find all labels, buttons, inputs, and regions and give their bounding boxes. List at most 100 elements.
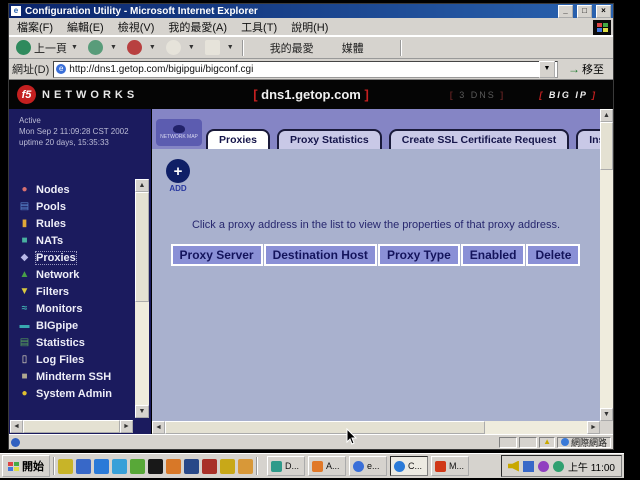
status-zone-pane: 網際網路 — [557, 437, 611, 448]
maximize-button[interactable]: □ — [577, 5, 592, 18]
sidebar-item[interactable]: Pools — [9, 198, 133, 215]
sidebar-item[interactable]: Rules — [9, 215, 133, 232]
ql-outlook-icon[interactable] — [112, 459, 127, 474]
pools-icon — [18, 201, 31, 212]
content-horizontal-scrollbar[interactable]: ◄ ► — [152, 421, 600, 434]
toolbar-button[interactable]: 媒體 — [319, 37, 369, 58]
taskbar-window-button[interactable]: D... — [267, 456, 305, 476]
volume-icon[interactable] — [508, 461, 519, 472]
sidebar-item[interactable]: BIGpipe — [9, 317, 133, 334]
ql-mail-icon[interactable] — [202, 459, 217, 474]
ql-globe-icon[interactable] — [184, 459, 199, 474]
tab[interactable]: Proxy Statistics — [277, 129, 382, 149]
sidebar-item[interactable]: Nodes — [9, 181, 133, 198]
sidebar-item[interactable]: Log Files — [9, 351, 133, 368]
toolbar-button[interactable]: ▼ — [200, 37, 239, 58]
ql-media-icon[interactable] — [130, 459, 145, 474]
scroll-down-icon[interactable]: ▼ — [135, 405, 149, 418]
taskbar-separator — [53, 457, 55, 475]
scroll-left-icon[interactable]: ◄ — [10, 420, 23, 433]
toolbar-button[interactable] — [461, 37, 489, 58]
ql-desktop-icon[interactable] — [76, 459, 91, 474]
address-input[interactable] — [69, 64, 536, 75]
add-button[interactable]: + — [166, 159, 190, 183]
ql-pencil-icon[interactable] — [166, 459, 181, 474]
toolbar-button[interactable]: 上一頁 ▼ — [11, 37, 83, 58]
taskbtn-red-icon — [435, 461, 446, 472]
scrollbar-thumb[interactable] — [600, 122, 613, 170]
toolbar-button-label: 我的最愛 — [270, 40, 314, 56]
scroll-down-icon[interactable]: ▼ — [600, 408, 613, 421]
toolbar-button[interactable] — [369, 37, 397, 58]
tab[interactable]: Proxies — [206, 129, 270, 149]
taskbar-window-button-label: A... — [326, 461, 340, 471]
content-vertical-scrollbar[interactable]: ▲ ▼ — [600, 109, 613, 421]
sidebar-item[interactable]: Network — [9, 266, 133, 283]
sidebar-item[interactable]: Mindterm SSH — [9, 368, 133, 385]
sidebar-nav: Nodes Pools Rules — [9, 181, 133, 402]
sidebar-horizontal-scrollbar[interactable]: ◄ ► — [10, 420, 133, 433]
ql-keys-icon[interactable] — [220, 459, 235, 474]
taskbar-window-button[interactable]: A... — [308, 456, 346, 476]
taskbar-window-button[interactable]: C... — [390, 456, 428, 476]
toolbar-button[interactable]: ▼ — [161, 37, 200, 58]
toolbar-button[interactable] — [405, 37, 433, 58]
titlebar[interactable]: e Configuration Utility - Microsoft Inte… — [9, 4, 613, 18]
menu-item[interactable]: 編輯(E) — [61, 18, 110, 36]
scroll-up-icon[interactable]: ▲ — [600, 109, 613, 122]
scroll-right-icon[interactable]: ► — [587, 421, 600, 434]
sidebar-status-line: Active — [19, 115, 151, 126]
taskbar-window-button[interactable]: M... — [431, 456, 469, 476]
minimize-button[interactable]: _ — [558, 5, 573, 18]
sysadmin-icon — [18, 388, 31, 399]
sidebar-item[interactable]: Statistics — [9, 334, 133, 351]
menu-item[interactable]: 工具(T) — [235, 18, 283, 36]
network-map-button[interactable]: NETWORK MAP — [156, 119, 202, 146]
sidebar-item-label: Rules — [36, 218, 66, 230]
toolbar-button[interactable] — [433, 37, 461, 58]
tab[interactable]: Install SSL Certif — [576, 129, 600, 149]
close-button[interactable]: × — [596, 5, 611, 18]
header-product-link[interactable]: [ 3 DNS ] — [450, 90, 506, 100]
network-map-label: NETWORK MAP — [160, 134, 198, 140]
toolbar-button[interactable]: ▼ — [83, 37, 122, 58]
menu-item[interactable]: 檔案(F) — [11, 18, 59, 36]
go-button-label: 移至 — [582, 61, 604, 77]
scheduler-icon[interactable] — [538, 461, 549, 472]
favorites-icon — [252, 40, 267, 55]
network-status-icon[interactable] — [553, 461, 564, 472]
bracket-left: [ — [539, 90, 544, 100]
sidebar-item[interactable]: NATs — [9, 232, 133, 249]
ql-folder-icon[interactable] — [58, 459, 73, 474]
header-product-link[interactable]: [ BIG IP ] — [539, 90, 597, 100]
scrollbar-thumb[interactable] — [165, 421, 485, 434]
ql-arc-icon[interactable] — [238, 459, 253, 474]
sidebar-vertical-scrollbar[interactable]: ▲ ▼ — [135, 179, 149, 418]
ql-console-icon[interactable] — [148, 459, 163, 474]
toolbar-button[interactable]: 我的最愛 — [247, 37, 319, 58]
sidebar-item[interactable]: Monitors — [9, 300, 133, 317]
network-icon — [18, 269, 31, 280]
display-icon[interactable] — [523, 461, 534, 472]
sidebar-item[interactable]: Filters — [9, 283, 133, 300]
menu-item[interactable]: 檢視(V) — [112, 18, 161, 36]
status-pane-warning: ▲ — [539, 437, 555, 448]
print-icon — [438, 40, 453, 55]
scroll-up-icon[interactable]: ▲ — [135, 179, 149, 192]
scrollbar-thumb[interactable] — [135, 192, 149, 302]
menu-item[interactable]: 說明(H) — [285, 18, 334, 36]
address-dropdown-icon[interactable]: ▼ — [539, 61, 555, 78]
taskbtn-orange-icon — [312, 461, 323, 472]
go-button[interactable]: → 移至 — [562, 61, 610, 77]
scroll-left-icon[interactable]: ◄ — [152, 421, 165, 434]
ql-ie-icon[interactable] — [94, 459, 109, 474]
start-button[interactable]: 開始 — [2, 455, 50, 477]
menu-item[interactable]: 我的最愛(A) — [162, 18, 233, 36]
scroll-right-icon[interactable]: ► — [120, 420, 133, 433]
toolbar-button[interactable]: ▼ — [122, 37, 161, 58]
sidebar-item[interactable]: System Admin — [9, 385, 133, 402]
taskbar-window-button[interactable]: e... — [349, 456, 387, 476]
sidebar-item[interactable]: Proxies — [9, 249, 133, 266]
tab[interactable]: Create SSL Certificate Request — [389, 129, 569, 149]
scrollbar-thumb[interactable] — [23, 420, 120, 433]
